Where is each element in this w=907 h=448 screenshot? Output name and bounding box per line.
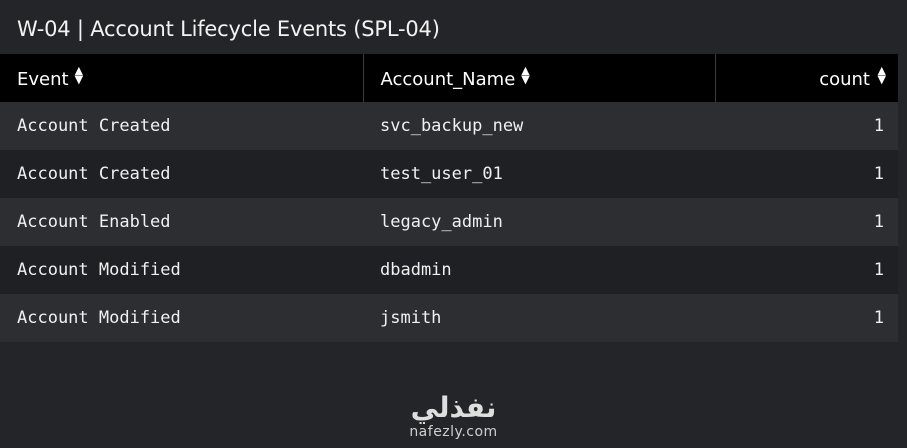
watermark-url: nafezly.com xyxy=(409,424,498,440)
sort-updown-icon[interactable]: ▲ ▼ xyxy=(876,65,886,85)
panel-title: W-04 | Account Lifecycle Events (SPL-04) xyxy=(17,17,440,41)
column-header-count[interactable]: count ▲ ▼ xyxy=(715,54,898,102)
table-row[interactable]: Account Created test_user_01 1 xyxy=(0,150,898,198)
column-header-label: Event xyxy=(17,69,69,90)
cell-account-name: legacy_admin xyxy=(363,198,715,246)
table-row[interactable]: Account Created svc_backup_new 1 xyxy=(0,102,898,150)
dashboard-panel: W-04 | Account Lifecycle Events (SPL-04)… xyxy=(0,0,907,448)
watermark: نفذلي nafezly.com xyxy=(0,390,907,440)
table-row[interactable]: Account Enabled legacy_admin 1 xyxy=(0,198,898,246)
cell-account-name: jsmith xyxy=(363,294,715,342)
table-row[interactable]: Account Modified jsmith 1 xyxy=(0,294,898,342)
table-header-row: Event ▲ ▼ Account_Name ▲ ▼ count ▲ ▼ xyxy=(0,54,898,102)
column-header-label: count xyxy=(819,69,870,90)
watermark-logo: نفذلي xyxy=(410,391,497,424)
cell-account-name: svc_backup_new xyxy=(363,102,715,150)
cell-count: 1 xyxy=(715,198,898,246)
cell-event: Account Created xyxy=(0,102,363,150)
column-header-account-name[interactable]: Account_Name ▲ ▼ xyxy=(363,54,716,102)
column-header-label: Account_Name xyxy=(380,69,516,90)
scroll-gutter xyxy=(898,102,907,342)
cell-event: Account Modified xyxy=(0,246,363,294)
cell-event: Account Enabled xyxy=(0,198,363,246)
sort-updown-icon[interactable]: ▲ ▼ xyxy=(521,65,531,85)
cell-event: Account Created xyxy=(0,150,363,198)
cell-count: 1 xyxy=(715,294,898,342)
cell-event: Account Modified xyxy=(0,294,363,342)
results-table: Event ▲ ▼ Account_Name ▲ ▼ count ▲ ▼ Account C… xyxy=(0,54,898,342)
table-row[interactable]: Account Modified dbadmin 1 xyxy=(0,246,898,294)
cell-account-name: test_user_01 xyxy=(363,150,715,198)
cell-count: 1 xyxy=(715,150,898,198)
cell-account-name: dbadmin xyxy=(363,246,715,294)
sort-updown-icon[interactable]: ▲ ▼ xyxy=(75,65,85,85)
column-header-event[interactable]: Event ▲ ▼ xyxy=(0,54,364,102)
cell-count: 1 xyxy=(715,102,898,150)
cell-count: 1 xyxy=(715,246,898,294)
